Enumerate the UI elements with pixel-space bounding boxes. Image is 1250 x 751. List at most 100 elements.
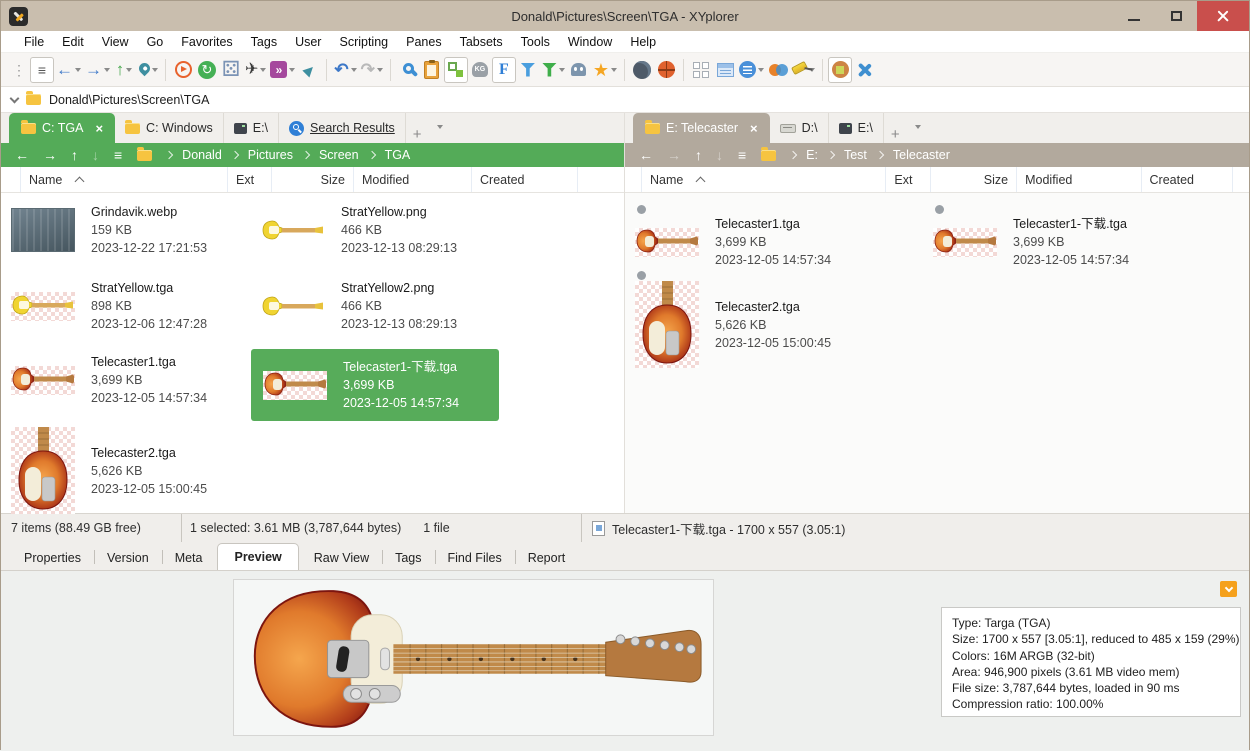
tree-toggle-button[interactable]: [444, 57, 468, 83]
breadcrumb-down-button[interactable]: ↓: [710, 147, 729, 163]
tab-search-results[interactable]: Search Results: [279, 113, 406, 143]
menu-edit[interactable]: Edit: [53, 35, 93, 49]
dark-mode-button[interactable]: [630, 57, 654, 83]
right-file-list[interactable]: Telecaster1.tga 3,699 KB 2023-12-05 14:5…: [625, 193, 1249, 513]
tab-report[interactable]: Report: [515, 546, 579, 570]
menu-window[interactable]: Window: [559, 35, 621, 49]
breadcrumb-item[interactable]: E:: [804, 148, 820, 162]
breadcrumb-item[interactable]: Donald: [180, 148, 224, 162]
refresh-button[interactable]: ↻: [195, 57, 219, 83]
file-tile-telecaster2-tga[interactable]: Telecaster2.tga 5,626 KB 2023-12-05 15:0…: [9, 427, 207, 514]
hotlist-button[interactable]: [171, 57, 195, 83]
address-bar[interactable]: Donald\Pictures\Screen\TGA: [1, 87, 1249, 113]
tab-close-icon[interactable]: ×: [95, 121, 103, 136]
breadcrumb-back-button[interactable]: ←: [9, 147, 35, 163]
column-created[interactable]: Created: [1142, 167, 1234, 192]
jump-button[interactable]: »: [268, 57, 297, 83]
column-name[interactable]: Name: [642, 167, 886, 192]
toolbar-grip[interactable]: ⋮: [6, 57, 30, 83]
tools-button[interactable]: [852, 57, 876, 83]
tab-meta[interactable]: Meta: [162, 546, 216, 570]
file-tile-telecaster2-tga[interactable]: Telecaster2.tga 5,626 KB 2023-12-05 15:0…: [633, 281, 831, 368]
breadcrumb-item[interactable]: Screen: [317, 148, 361, 162]
format-button[interactable]: [828, 57, 852, 83]
go-to-button[interactable]: ✈: [243, 57, 268, 83]
file-tile-stratyellow-tga[interactable]: StratYellow.tga 898 KB 2023-12-06 12:47:…: [9, 279, 207, 333]
color-filter-button[interactable]: [766, 57, 790, 83]
recent-locations-button[interactable]: [136, 57, 160, 83]
random-button[interactable]: ⚄: [219, 57, 243, 83]
breadcrumb-down-button[interactable]: ↓: [86, 147, 105, 163]
up-button[interactable]: ↑: [112, 57, 136, 83]
menu-help[interactable]: Help: [621, 35, 665, 49]
paste-button[interactable]: [420, 57, 444, 83]
breadcrumb-up-button[interactable]: ↑: [689, 147, 708, 163]
toolbar-menu-button[interactable]: ≡: [30, 57, 54, 83]
back-button[interactable]: ←: [54, 57, 83, 83]
menu-user[interactable]: User: [286, 35, 330, 49]
undo-button[interactable]: ↶: [332, 57, 358, 83]
column-size[interactable]: Size: [931, 167, 1017, 192]
tab-raw-view[interactable]: Raw View: [301, 546, 382, 570]
column-ext[interactable]: Ext: [886, 167, 931, 192]
file-tile-telecaster1-download-selected[interactable]: Telecaster1-下载.tga 3,699 KB 2023-12-05 1…: [251, 349, 499, 421]
left-file-list[interactable]: Grindavik.webp 159 KB 2023-12-22 17:21:5…: [1, 193, 624, 513]
paint-roller-button[interactable]: [790, 57, 817, 83]
new-tab-button[interactable]: +: [406, 126, 429, 143]
column-size[interactable]: Size: [272, 167, 354, 192]
column-modified[interactable]: Modified: [1017, 167, 1141, 192]
breadcrumb-up-button[interactable]: ↑: [65, 147, 84, 163]
redo-button[interactable]: ↷: [359, 57, 385, 83]
breadcrumb-menu-button[interactable]: ≡: [107, 147, 129, 163]
tab-preview[interactable]: Preview: [217, 543, 298, 570]
breadcrumb-item[interactable]: Telecaster: [891, 148, 952, 162]
info-collapse-button[interactable]: [1220, 581, 1237, 597]
search-button[interactable]: [396, 57, 420, 83]
filter-blue-button[interactable]: [516, 57, 540, 83]
details-view-button[interactable]: [713, 57, 737, 83]
menu-tabsets[interactable]: Tabsets: [451, 35, 512, 49]
breadcrumb-forward-button[interactable]: →: [37, 147, 63, 163]
tab-e-drive[interactable]: E:\: [224, 113, 279, 143]
breadcrumb-back-button[interactable]: ←: [633, 147, 659, 163]
address-path[interactable]: Donald\Pictures\Screen\TGA: [49, 93, 210, 107]
column-ext[interactable]: Ext: [228, 167, 272, 192]
tab-d-drive[interactable]: D:\: [770, 113, 829, 143]
column-modified[interactable]: Modified: [354, 167, 472, 192]
forward-button[interactable]: →: [83, 57, 112, 83]
menu-file[interactable]: File: [15, 35, 53, 49]
tab-list-button[interactable]: [429, 129, 449, 143]
ghost-filter-button[interactable]: [567, 57, 591, 83]
file-tile-telecaster1-tga[interactable]: Telecaster1.tga 3,699 KB 2023-12-05 14:5…: [9, 353, 207, 407]
address-dropdown-icon[interactable]: [10, 93, 20, 103]
tab-tags[interactable]: Tags: [382, 546, 434, 570]
badge-button[interactable]: [737, 57, 766, 83]
menu-go[interactable]: Go: [138, 35, 173, 49]
menu-scripting[interactable]: Scripting: [330, 35, 397, 49]
tab-find-files[interactable]: Find Files: [435, 546, 515, 570]
tab-e-telecaster[interactable]: E: Telecaster ×: [633, 113, 770, 143]
spot-color-button[interactable]: [654, 57, 678, 83]
menu-view[interactable]: View: [93, 35, 138, 49]
tab-version[interactable]: Version: [94, 546, 162, 570]
breadcrumb-forward-button[interactable]: →: [661, 147, 687, 163]
size-info-button[interactable]: KG: [468, 57, 492, 83]
file-tile-telecaster1-tga[interactable]: Telecaster1.tga 3,699 KB 2023-12-05 14:5…: [633, 215, 831, 269]
breadcrumb-item[interactable]: TGA: [383, 148, 413, 162]
breadcrumb-item[interactable]: Test: [842, 148, 869, 162]
menu-tools[interactable]: Tools: [512, 35, 559, 49]
menu-panes[interactable]: Panes: [397, 35, 450, 49]
file-tile-grindavik[interactable]: Grindavik.webp 159 KB 2023-12-22 17:21:5…: [9, 203, 207, 257]
filter-green-button[interactable]: [540, 57, 567, 83]
tab-e-drive-right[interactable]: E:\: [829, 113, 884, 143]
tab-c-tga[interactable]: C: TGA ×: [9, 113, 115, 143]
highlights-button[interactable]: ★: [591, 57, 619, 83]
file-tile-stratyellow2-png[interactable]: StratYellow2.png 466 KB 2023-12-13 08:29…: [259, 279, 457, 333]
tab-c-windows[interactable]: C: Windows: [115, 113, 224, 143]
menu-favorites[interactable]: Favorites: [172, 35, 241, 49]
column-name[interactable]: Name: [21, 167, 228, 192]
file-info-button[interactable]: F: [492, 57, 516, 83]
maximize-button[interactable]: [1155, 1, 1197, 31]
breadcrumb-menu-button[interactable]: ≡: [731, 147, 753, 163]
minimize-button[interactable]: [1113, 1, 1155, 31]
